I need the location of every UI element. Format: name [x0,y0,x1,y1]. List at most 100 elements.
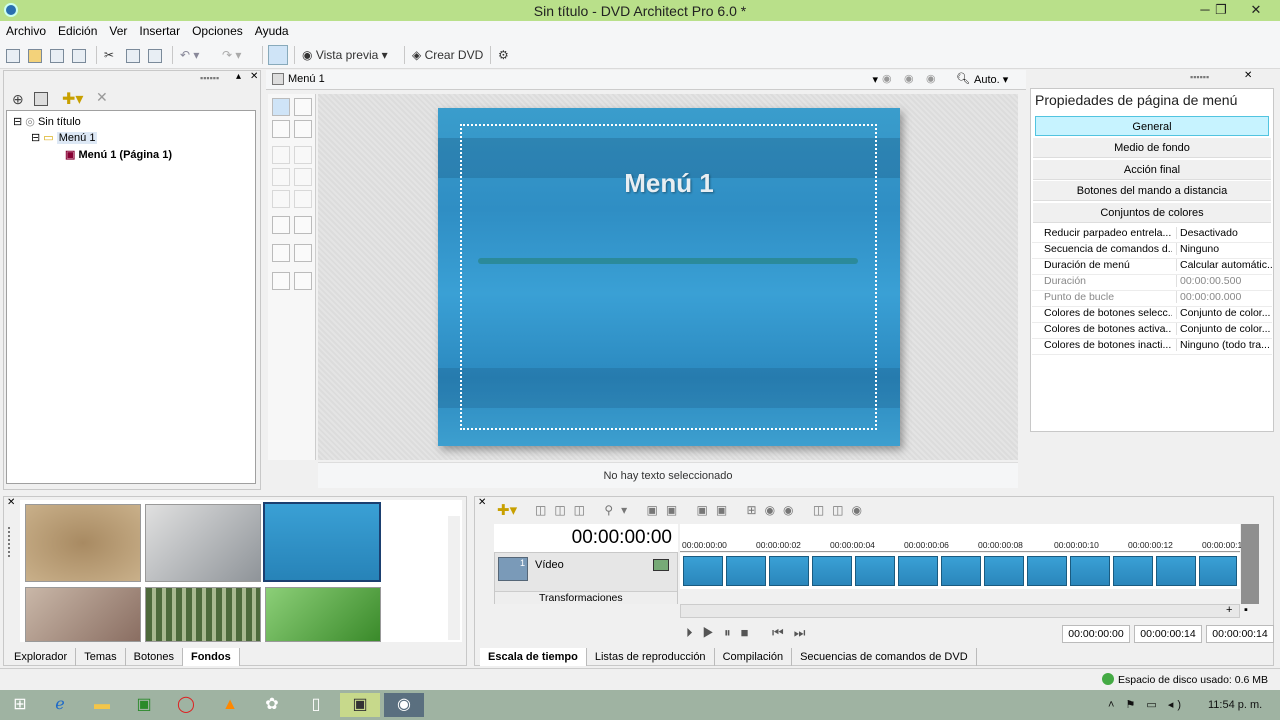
same-height-icon[interactable] [294,216,312,234]
tab-explorer[interactable]: Explorador [6,648,77,666]
timeline-close-icon[interactable]: ✕ [478,497,486,508]
properties-icon[interactable] [72,46,86,64]
pointer-tool-icon[interactable] [272,98,290,116]
background-thumb[interactable] [145,504,261,582]
fit-icon[interactable] [34,92,48,106]
align-center-icon[interactable] [272,168,290,186]
menu-selector[interactable]: Menú 1 ▾ [288,73,878,88]
delete-icon[interactable]: ✕ [96,89,108,106]
menu-opciones[interactable]: Opciones [186,21,249,38]
space-horizontal-icon[interactable] [272,244,290,262]
tab-playlists[interactable]: Listas de reproducción [587,648,715,666]
redo-icon[interactable]: ↷ ▾ [222,46,241,64]
timeline-vscroll[interactable] [1241,524,1259,604]
same-width-icon[interactable] [272,216,290,234]
crop-tool-icon[interactable] [294,98,312,116]
paste-icon[interactable] [148,46,162,64]
tab-end-action[interactable]: Acción final [1033,160,1271,180]
select-tool-icon[interactable] [268,45,288,65]
save-icon[interactable] [50,46,64,64]
prop-row[interactable]: Punto de bucle 00:00:00.000 [1032,291,1272,307]
align-bottom-icon[interactable] [294,190,312,208]
copy-icon[interactable] [126,46,140,64]
space-vertical-icon[interactable] [294,244,312,262]
video-track-clip[interactable] [680,553,1240,589]
undo-icon[interactable]: ↶ ▾ [180,46,199,64]
prop-row[interactable]: Duración 00:00:00.500 [1032,275,1272,291]
add-menu-icon[interactable]: ✚▾ [62,89,83,109]
panel-close-icon[interactable]: ✕ [250,71,258,82]
timeline-hscroll[interactable] [680,604,1240,618]
background-thumb[interactable] [25,587,141,642]
tab-color-sets[interactable]: Conjuntos de colores [1033,203,1271,223]
prop-row[interactable]: Duración de menú Calcular automátic... [1032,259,1272,275]
menu-ayuda[interactable]: Ayuda [249,21,295,38]
open-icon[interactable] [28,46,42,64]
align-left-icon[interactable] [272,146,290,164]
menu-title-text[interactable]: Menú 1 [438,168,900,199]
tab-dvd-scripts[interactable]: Secuencias de comandos de DVD [792,648,977,666]
media-close-icon[interactable]: ✕ [7,497,15,508]
link-tool-icon[interactable] [272,120,290,138]
app-icon-8[interactable]: ▣ [340,693,380,717]
menu-ver[interactable]: Ver [103,21,133,38]
nav-up-icon[interactable]: ◉ [882,72,892,85]
props-close-icon[interactable]: ✕ [1244,70,1252,81]
tab-general[interactable]: General [1035,116,1269,136]
ie-icon[interactable]: ℯ [40,693,80,717]
background-thumb[interactable] [25,504,141,582]
unlink-tool-icon[interactable] [294,120,312,138]
target-icon[interactable]: ⊕ [12,91,24,108]
menu-insertar[interactable]: Insertar [133,21,186,38]
prop-row[interactable]: Colores de botones selecc... Conjunto de … [1032,307,1272,323]
timecode-end[interactable]: 00:00:00:14 [1134,625,1202,643]
media-grip[interactable] [8,527,12,557]
zoom-out-icon[interactable]: ▪ [1244,604,1248,616]
vlc-icon[interactable]: ▲ [210,693,250,717]
zoom-select[interactable]: Auto. ▾ [974,73,1008,86]
video-track-header[interactable]: 1 Vídeo Transformaciones [494,552,678,604]
tab-buttons[interactable]: Botones [126,648,183,666]
tree-root[interactable]: ⊟ ◎ Sin título [13,115,81,128]
maximize-icon[interactable]: ❐ [1206,0,1236,21]
align-top-icon[interactable] [294,146,312,164]
prop-row[interactable]: Secuencia de comandos d... Ninguno [1032,243,1272,259]
background-thumb[interactable] [145,587,261,642]
center-vertical-icon[interactable] [294,272,312,290]
time-ruler[interactable]: 00:00:00:00 00:00:00:02 00:00:00:04 00:0… [680,524,1247,552]
background-thumb[interactable] [265,587,381,642]
preview-button[interactable]: ◉ Vista previa ▾ [302,46,388,64]
prop-row[interactable]: Reducir parpadeo entrela... Desactivado [1032,227,1272,243]
nav-prev-icon[interactable]: ◉ [904,72,914,85]
tab-remote-buttons[interactable]: Botones del mando a distancia [1033,181,1271,201]
app-icon-6[interactable]: ✿ [252,693,292,717]
media-scrollbar[interactable] [448,516,460,640]
tab-timeline[interactable]: Escala de tiempo [480,648,587,666]
dvd-architect-taskbar[interactable]: ◉ [384,693,424,717]
menu-edicion[interactable]: Edición [52,21,103,38]
optimize-icon[interactable]: ⚙ [498,46,509,64]
explorer-icon[interactable]: ▬ [82,693,122,717]
start-icon[interactable]: ⊞ [0,693,40,717]
tab-background-media[interactable]: Medio de fondo [1033,138,1271,158]
new-icon[interactable] [6,46,20,64]
tab-themes[interactable]: Temas [76,648,126,666]
burn-dvd-button[interactable]: ◈ Crear DVD [412,46,483,64]
opera-icon[interactable]: ◯ [166,693,206,717]
add-track-icon[interactable]: ✚▾ [497,501,517,519]
excel-icon[interactable]: ▣ [124,693,164,717]
tree-menu[interactable]: ⊟ ▭ Menú 1 [31,131,98,144]
tree-page[interactable]: ▣ Menú 1 (Página 1) [65,148,172,161]
prop-row[interactable]: Colores de botones activa... Conjunto de … [1032,323,1272,339]
align-right-icon[interactable] [272,190,290,208]
panel-grip-right[interactable]: ▪▪▪▪▪▪ [1190,72,1209,82]
track-thumb-icon[interactable] [653,559,669,571]
zoom-icon[interactable]: 🔍︎ [956,72,970,85]
background-thumb-selected[interactable] [263,502,381,582]
tab-compilation[interactable]: Compilación [715,648,793,666]
tab-backgrounds[interactable]: Fondos [182,648,240,666]
panel-dock-icon[interactable]: ▴ [236,71,241,82]
transformations-label[interactable]: Transformaciones [495,591,677,604]
menu-archivo[interactable]: Archivo [0,21,52,38]
nav-next-icon[interactable]: ◉ [926,72,936,85]
